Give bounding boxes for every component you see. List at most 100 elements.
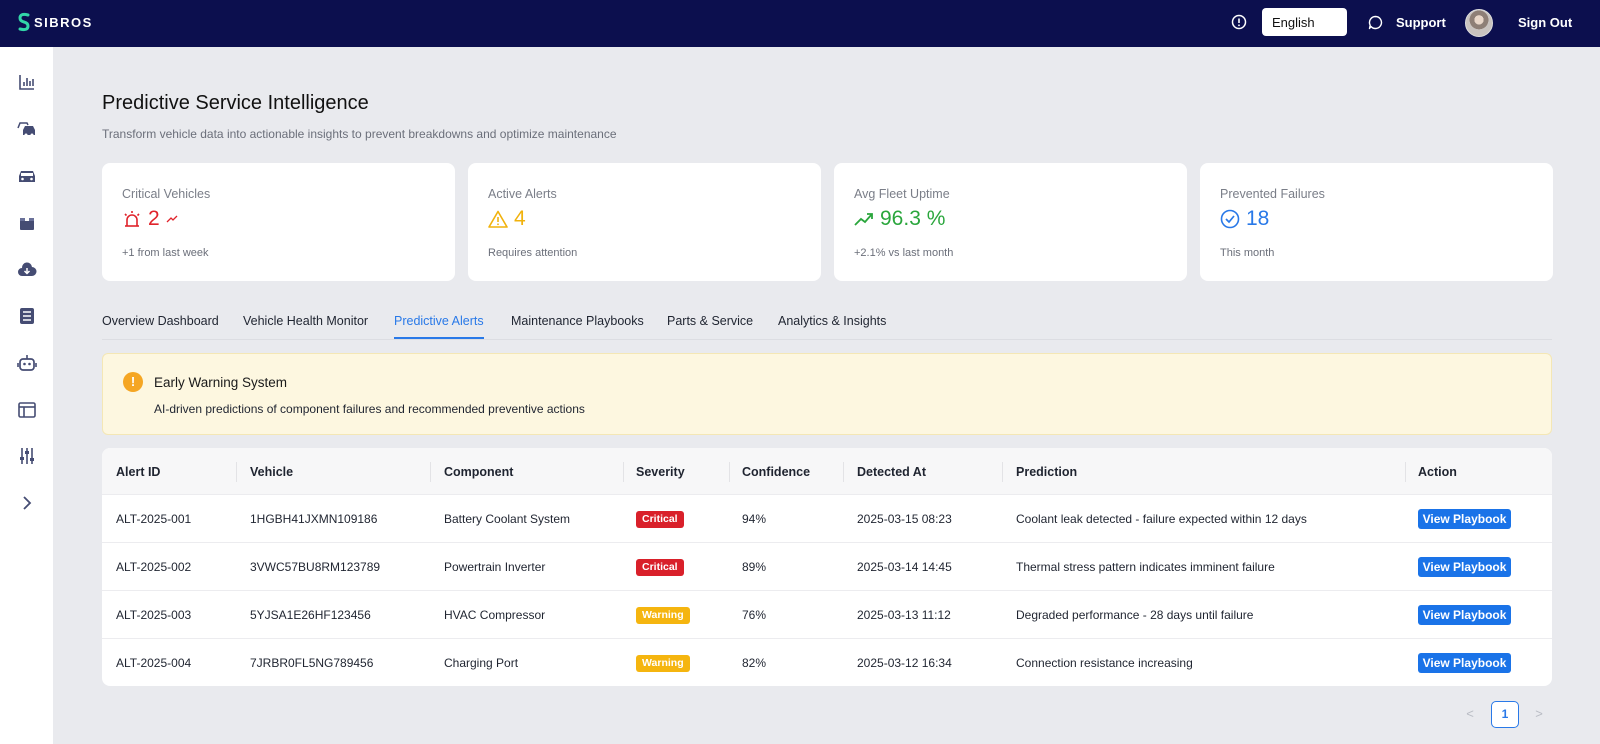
- trend-up-icon: [854, 213, 873, 226]
- check-circle-icon: [1220, 209, 1240, 229]
- document-list-icon[interactable]: [16, 305, 38, 327]
- early-warning-banner: ! Early Warning System AI-driven predict…: [102, 353, 1552, 435]
- kpi-value: 4: [514, 207, 526, 230]
- sidebar: [0, 47, 53, 744]
- table-row: ALT-2025-003 5YJSA1E26HF123456 HVAC Comp…: [102, 591, 1552, 639]
- table-row: ALT-2025-004 7JRBR0FL5NG789456 Charging …: [102, 639, 1552, 686]
- confidence-cell: 76%: [742, 608, 767, 622]
- vehicle-cell: 7JRBR0FL5NG789456: [250, 656, 374, 670]
- prediction-cell: Coolant leak detected - failure expected…: [1016, 512, 1307, 526]
- column-header-vehicle[interactable]: Vehicle: [250, 465, 293, 479]
- tab-maintenance-playbooks[interactable]: Maintenance Playbooks: [511, 314, 644, 328]
- severity-badge: Critical: [636, 559, 684, 576]
- column-separator: [843, 462, 844, 482]
- prediction-cell: Thermal stress pattern indicates imminen…: [1016, 560, 1275, 574]
- expand-chevron-icon[interactable]: [16, 492, 38, 514]
- alerts-table: Alert ID Vehicle Component Severity Conf…: [102, 448, 1552, 686]
- column-header-severity[interactable]: Severity: [636, 465, 685, 479]
- column-header-action[interactable]: Action: [1418, 465, 1457, 479]
- fleet-cars-icon[interactable]: [16, 118, 38, 140]
- column-header-prediction[interactable]: Prediction: [1016, 465, 1077, 479]
- prev-page-button[interactable]: <: [1460, 701, 1480, 727]
- detected-at-cell: 2025-03-13 11:12: [857, 608, 951, 622]
- kpi-note: +2.1% vs last month: [854, 247, 954, 259]
- vehicle-cell: 3VWC57BU8RM123789: [250, 560, 381, 574]
- view-playbook-button[interactable]: View Playbook: [1418, 557, 1511, 577]
- confidence-cell: 82%: [742, 656, 767, 670]
- kpi-label: Critical Vehicles: [122, 187, 211, 201]
- user-avatar[interactable]: [1465, 9, 1493, 37]
- banner-text: AI-driven predictions of component failu…: [154, 402, 585, 416]
- tab-predictive-alerts[interactable]: Predictive Alerts: [394, 314, 484, 328]
- view-playbook-button[interactable]: View Playbook: [1418, 509, 1511, 529]
- banner-title: Early Warning System: [154, 375, 288, 390]
- detected-at-cell: 2025-03-15 08:23: [857, 512, 952, 526]
- kpi-value: 2: [148, 207, 160, 230]
- column-separator: [236, 462, 237, 482]
- kpi-value-row: 4: [488, 207, 526, 231]
- component-cell: HVAC Compressor: [444, 608, 546, 622]
- sign-out-link[interactable]: Sign Out: [1518, 15, 1572, 30]
- current-page-button[interactable]: 1: [1491, 701, 1519, 728]
- confidence-cell: 89%: [742, 560, 767, 574]
- detected-at-cell: 2025-03-12 16:34: [857, 656, 952, 670]
- language-select[interactable]: English: [1262, 8, 1347, 36]
- top-bar: SIBROS English Support Sign Out: [0, 0, 1600, 47]
- kpi-card-active-alerts: Active Alerts 4 Requires attention: [468, 163, 821, 281]
- column-header-alert-id[interactable]: Alert ID: [116, 465, 160, 479]
- column-separator: [1405, 462, 1406, 482]
- chat-bubble-icon[interactable]: [1368, 15, 1383, 30]
- kpi-value: 96.3 %: [880, 207, 946, 230]
- prediction-cell: Connection resistance increasing: [1016, 656, 1193, 670]
- robot-icon[interactable]: [16, 352, 38, 374]
- tab-overview-dashboard[interactable]: Overview Dashboard: [102, 314, 219, 328]
- prediction-cell: Degraded performance - 28 days until fai…: [1016, 608, 1254, 622]
- page-subtitle: Transform vehicle data into actionable i…: [102, 127, 617, 141]
- component-cell: Charging Port: [444, 656, 519, 670]
- severity-badge: Warning: [636, 607, 690, 624]
- package-icon[interactable]: [16, 212, 38, 234]
- kpi-value-row: 2: [122, 207, 178, 231]
- exclamation-icon: !: [123, 372, 143, 392]
- severity-badge: Critical: [636, 511, 684, 528]
- alert-id-cell: ALT-2025-003: [116, 608, 192, 622]
- kpi-value-row: 96.3 %: [854, 207, 945, 231]
- column-separator: [729, 462, 730, 482]
- column-header-component[interactable]: Component: [444, 465, 513, 479]
- sliders-icon[interactable]: [16, 445, 38, 467]
- confidence-cell: 94%: [742, 512, 767, 526]
- view-playbook-button[interactable]: View Playbook: [1418, 605, 1511, 625]
- view-playbook-button[interactable]: View Playbook: [1418, 653, 1511, 673]
- support-link[interactable]: Support: [1396, 15, 1446, 30]
- brand-logo[interactable]: SIBROS: [18, 12, 93, 32]
- column-separator: [1002, 462, 1003, 482]
- alert-id-cell: ALT-2025-002: [116, 560, 192, 574]
- next-page-button[interactable]: >: [1529, 701, 1549, 727]
- tab-vehicle-health-monitor[interactable]: Vehicle Health Monitor: [243, 314, 368, 328]
- table-row: ALT-2025-001 1HGBH41JXMN109186 Battery C…: [102, 495, 1552, 543]
- tabs-divider: [102, 339, 1552, 340]
- kpi-label: Active Alerts: [488, 187, 557, 201]
- trend-up-small-icon: [166, 215, 178, 223]
- tab-parts-service[interactable]: Parts & Service: [667, 314, 753, 328]
- cloud-download-icon[interactable]: [16, 259, 38, 281]
- column-header-detected-at[interactable]: Detected At: [857, 465, 926, 479]
- vehicle-cell: 5YJSA1E26HF123456: [250, 608, 371, 622]
- alarm-icon: [124, 211, 140, 227]
- column-header-confidence[interactable]: Confidence: [742, 465, 810, 479]
- column-separator: [623, 462, 624, 482]
- kpi-note: Requires attention: [488, 247, 578, 259]
- kpi-value: 18: [1246, 207, 1270, 230]
- kpi-note: +1 from last week: [122, 247, 209, 259]
- alert-id-cell: ALT-2025-001: [116, 512, 192, 526]
- table-header: Alert ID Vehicle Component Severity Conf…: [102, 448, 1552, 495]
- vehicle-icon[interactable]: [16, 165, 38, 187]
- component-cell: Powertrain Inverter: [444, 560, 546, 574]
- vehicle-cell: 1HGBH41JXMN109186: [250, 512, 378, 526]
- tab-analytics-insights[interactable]: Analytics & Insights: [778, 314, 886, 328]
- info-icon[interactable]: [1231, 14, 1247, 30]
- dashboard-chart-icon[interactable]: [16, 71, 38, 93]
- layout-panel-icon[interactable]: [16, 399, 38, 421]
- alert-id-cell: ALT-2025-004: [116, 656, 192, 670]
- kpi-card-critical-vehicles: Critical Vehicles 2 +1 from last week: [102, 163, 455, 281]
